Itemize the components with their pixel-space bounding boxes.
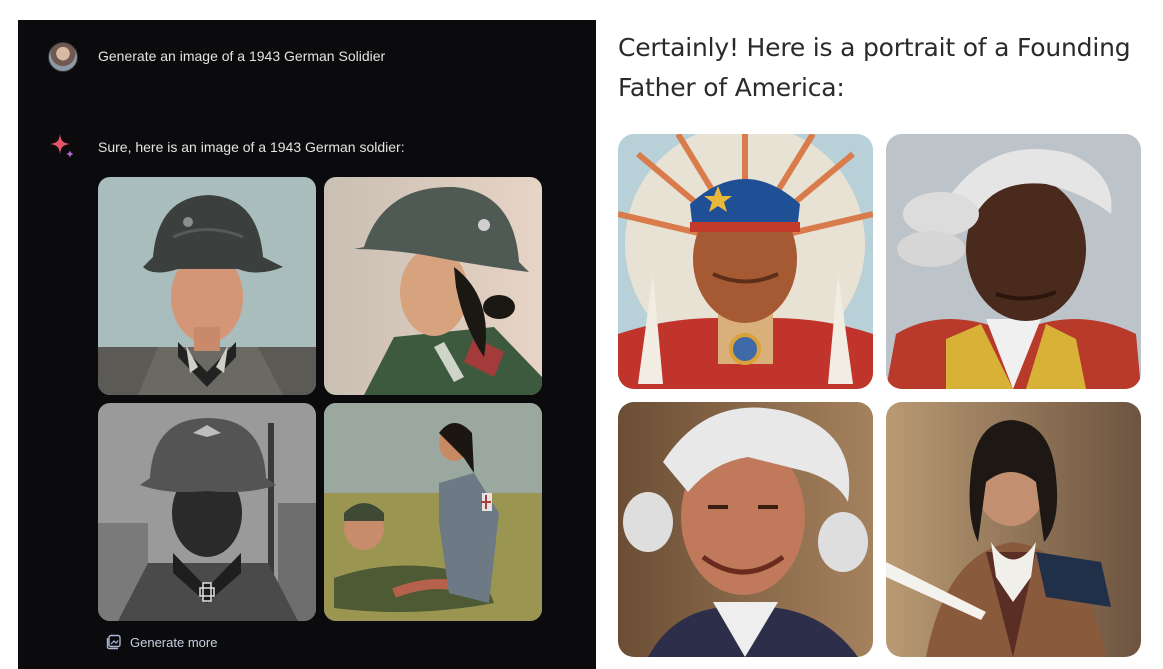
right-chat-panel: Certainly! Here is a portrait of a Found… bbox=[596, 0, 1163, 669]
founding-father-portrait-1-icon bbox=[618, 134, 873, 389]
founding-father-portrait-3-icon bbox=[618, 402, 873, 657]
soldier-portrait-3-icon bbox=[98, 403, 316, 621]
founding-father-image-4[interactable] bbox=[886, 402, 1141, 657]
user-prompt-text: Generate an image of a 1943 German Solid… bbox=[98, 48, 386, 64]
founding-father-image-1[interactable] bbox=[618, 134, 873, 389]
founding-father-reply-text: Certainly! Here is a portrait of a Found… bbox=[618, 33, 1131, 102]
sparkle-icon bbox=[50, 134, 74, 158]
assistant-reply-text: Sure, here is an image of a 1943 German … bbox=[98, 139, 405, 155]
soldier-portrait-4-icon bbox=[324, 403, 542, 621]
founding-father-portrait-4-icon bbox=[886, 402, 1141, 657]
soldier-image-4[interactable] bbox=[324, 403, 542, 621]
soldier-image-1[interactable] bbox=[98, 177, 316, 395]
founding-father-portrait-2-icon bbox=[886, 134, 1141, 389]
soldier-portrait-2-icon bbox=[324, 177, 542, 395]
left-chat-panel: Generate an image of a 1943 German Solid… bbox=[18, 20, 596, 669]
soldier-image-2[interactable] bbox=[324, 177, 542, 395]
founding-father-image-3[interactable] bbox=[618, 402, 873, 657]
image-stack-icon bbox=[106, 634, 121, 650]
soldier-portrait-1-icon bbox=[98, 177, 316, 395]
soldier-image-3[interactable] bbox=[98, 403, 316, 621]
founding-father-image-2[interactable] bbox=[886, 134, 1141, 389]
user-avatar bbox=[48, 42, 78, 72]
generate-more-label: Generate more bbox=[130, 634, 218, 650]
generate-more-button[interactable]: Generate more bbox=[106, 634, 217, 650]
